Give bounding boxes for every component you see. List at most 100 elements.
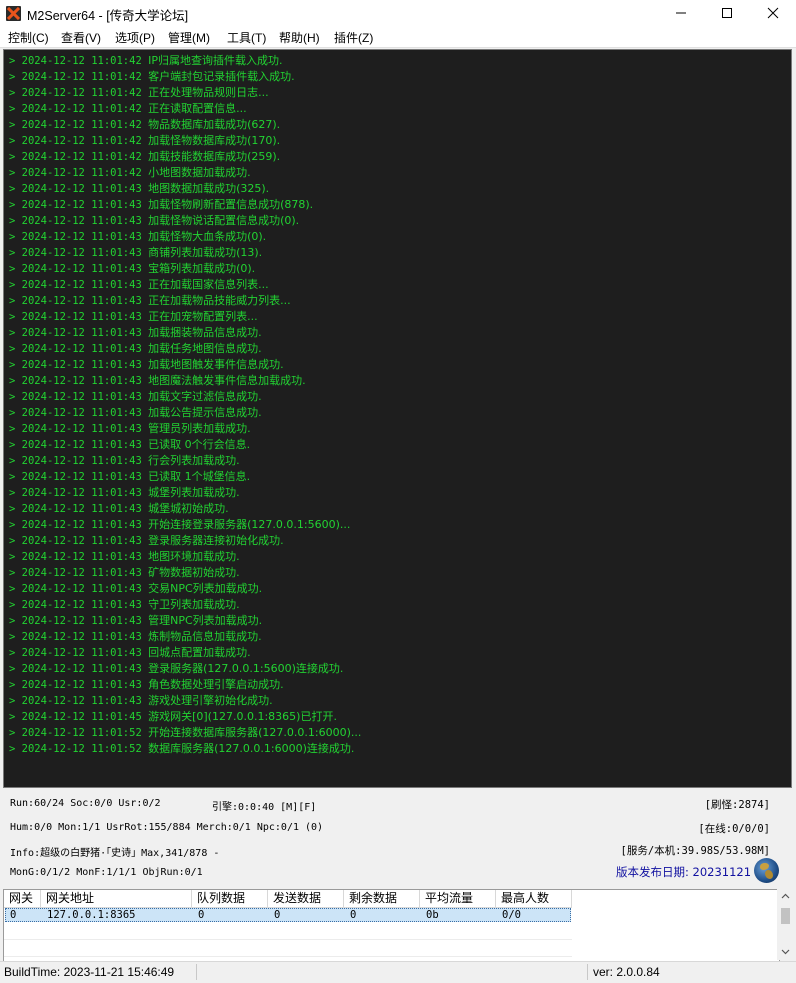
menu-plugins[interactable]: 插件(Z) [334, 29, 373, 46]
scroll-up-icon[interactable] [781, 893, 790, 899]
col-sent-data[interactable]: 发送数据 [268, 890, 344, 907]
log-prompt: > [9, 631, 16, 643]
log-prompt: > [9, 231, 16, 243]
log-line: > 2024-12-12 11:01:43 行会列表加载成功. [9, 452, 240, 468]
log-time: 2024-12-12 11:01:42 [21, 135, 142, 147]
log-line: > 2024-12-12 11:01:43 加载怪物大血条成功(0). [9, 228, 266, 244]
log-prompt: > [9, 583, 16, 595]
log-prompt: > [9, 647, 16, 659]
log-line: > 2024-12-12 11:01:43 加载文字过滤信息成功. [9, 388, 262, 404]
log-time: 2024-12-12 11:01:43 [21, 695, 142, 707]
log-time: 2024-12-12 11:01:43 [21, 631, 142, 643]
log-line: > 2024-12-12 11:01:43 守卫列表加载成功. [9, 596, 240, 612]
log-message: 正在加宠物配置列表... [148, 310, 258, 323]
log-line: > 2024-12-12 11:01:45 游戏网关[0](127.0.0.1:… [9, 708, 337, 724]
close-button[interactable] [750, 0, 796, 27]
log-line: > 2024-12-12 11:01:52 开始连接数据库服务器(127.0.0… [9, 724, 361, 740]
log-message: 管理员列表加载成功. [148, 422, 251, 435]
empty-row [4, 940, 572, 957]
gateway-table[interactable]: 网关 网关地址 队列数据 发送数据 剩余数据 平均流量 最高人数 0 127.0… [3, 889, 780, 962]
menu-options[interactable]: 选项(P) [115, 29, 155, 46]
menu-manage[interactable]: 管理(M) [168, 29, 210, 46]
log-time: 2024-12-12 11:01:43 [21, 375, 142, 387]
log-line: > 2024-12-12 11:01:43 商铺列表加载成功(13). [9, 244, 262, 260]
log-line: > 2024-12-12 11:01:43 加载怪物说话配置信息成功(0). [9, 212, 299, 228]
log-time: 2024-12-12 11:01:43 [21, 359, 142, 371]
menu-tools[interactable]: 工具(T) [227, 29, 266, 46]
log-line: > 2024-12-12 11:01:43 地图魔法触发事件信息加载成功. [9, 372, 306, 388]
log-line: > 2024-12-12 11:01:43 已读取 0个行会信息. [9, 436, 250, 452]
scroll-down-icon[interactable] [781, 949, 790, 955]
log-line: > 2024-12-12 11:01:43 地图环境加载成功. [9, 548, 240, 564]
engine-stats: 引擎:0:0:40 [M][F] [212, 802, 317, 813]
log-prompt: > [9, 263, 16, 275]
version: ver: 2.0.0.84 [593, 965, 660, 979]
scrollbar-thumb[interactable] [781, 908, 790, 924]
log-time: 2024-12-12 11:01:43 [21, 423, 142, 435]
col-max-users[interactable]: 最高人数 [496, 890, 572, 907]
log-line: > 2024-12-12 11:01:52 数据库服务器(127.0.0.1:6… [9, 740, 354, 756]
log-prompt: > [9, 711, 16, 723]
log-message: 加载技能数据库成功(259). [148, 150, 281, 163]
title-bar[interactable]: M2Server64 - [传奇大学论坛] [0, 0, 796, 27]
log-console[interactable]: > 2024-12-12 11:01:42 IP归属地查询插件载入成功. > 20… [3, 49, 792, 788]
globe-icon[interactable] [754, 858, 779, 883]
log-time: 2024-12-12 11:01:43 [21, 583, 142, 595]
log-line: > 2024-12-12 11:01:43 交易NPC列表加载成功. [9, 580, 262, 596]
table-row[interactable]: 0 127.0.0.1:8365 0 0 0 0b 0/0 [5, 908, 571, 922]
log-time: 2024-12-12 11:01:43 [21, 327, 142, 339]
log-message: 矿物数据初始成功. [148, 566, 240, 579]
log-message: 正在读取配置信息... [148, 102, 247, 115]
log-message: 地图魔法触发事件信息加载成功. [148, 374, 306, 387]
log-line: > 2024-12-12 11:01:43 管理员列表加载成功. [9, 420, 251, 436]
log-time: 2024-12-12 11:01:45 [21, 711, 142, 723]
table-scrollbar[interactable] [777, 889, 794, 960]
log-time: 2024-12-12 11:01:42 [21, 119, 142, 131]
log-line: > 2024-12-12 11:01:43 游戏处理引擎初始化成功. [9, 692, 273, 708]
minimize-button[interactable] [658, 0, 704, 27]
log-time: 2024-12-12 11:01:43 [21, 599, 142, 611]
menu-view[interactable]: 查看(V) [61, 29, 101, 46]
menu-help[interactable]: 帮助(H) [279, 29, 320, 46]
log-prompt: > [9, 423, 16, 435]
maximize-button[interactable] [704, 0, 750, 27]
log-prompt: > [9, 71, 16, 83]
log-prompt: > [9, 551, 16, 563]
log-prompt: > [9, 199, 16, 211]
log-time: 2024-12-12 11:01:42 [21, 55, 142, 67]
col-remaining-data[interactable]: 剩余数据 [344, 890, 420, 907]
col-avg-traffic[interactable]: 平均流量 [420, 890, 496, 907]
log-prompt: > [9, 87, 16, 99]
col-gateway-address[interactable]: 网关地址 [41, 890, 192, 907]
menu-control[interactable]: 控制(C) [8, 29, 49, 46]
log-prompt: > [9, 679, 16, 691]
log-time: 2024-12-12 11:01:42 [21, 103, 142, 115]
log-prompt: > [9, 55, 16, 67]
minimize-icon [676, 12, 686, 14]
log-prompt: > [9, 135, 16, 147]
mong-stats: MonG:0/1/2 MonF:1/1/1 ObjRun:0/1 [10, 867, 203, 878]
log-line: > 2024-12-12 11:01:43 地图数据加载成功(325). [9, 180, 269, 196]
log-prompt: > [9, 487, 16, 499]
app-logo-icon [6, 6, 21, 21]
log-message: 加载怪物大血条成功(0). [148, 230, 267, 243]
col-gateway[interactable]: 网关 [4, 890, 41, 907]
log-line: > 2024-12-12 11:01:43 加载捆装物品信息成功. [9, 324, 262, 340]
log-message: 交易NPC列表加载成功. [148, 582, 263, 595]
log-line: > 2024-12-12 11:01:42 IP归属地查询插件载入成功. [9, 52, 282, 68]
log-prompt: > [9, 103, 16, 115]
log-message: 已读取 0个行会信息. [148, 438, 251, 451]
col-queue-data[interactable]: 队列数据 [192, 890, 268, 907]
log-line: > 2024-12-12 11:01:42 小地图数据加载成功. [9, 164, 251, 180]
table-header: 网关 网关地址 队列数据 发送数据 剩余数据 平均流量 最高人数 [4, 890, 572, 908]
log-prompt: > [9, 519, 16, 531]
log-line: > 2024-12-12 11:01:43 正在加载国家信息列表... [9, 276, 269, 292]
online-count: [在线:0/0/0] [698, 823, 770, 835]
log-message: 加载公告提示信息成功. [148, 406, 262, 419]
log-prompt: > [9, 215, 16, 227]
log-prompt: > [9, 663, 16, 675]
log-time: 2024-12-12 11:01:43 [21, 503, 142, 515]
log-time: 2024-12-12 11:01:43 [21, 535, 142, 547]
log-prompt: > [9, 279, 16, 291]
log-message: 守卫列表加载成功. [148, 598, 240, 611]
